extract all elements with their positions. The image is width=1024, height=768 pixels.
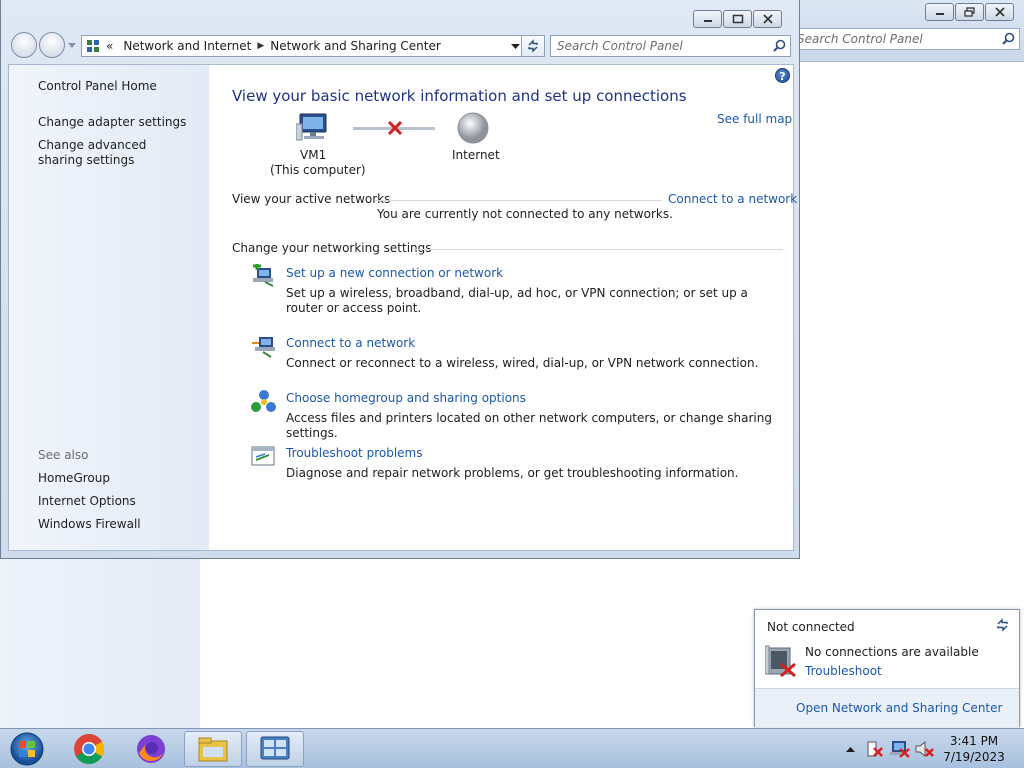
volume-muted-icon[interactable]	[914, 740, 934, 758]
homegroup-icon	[251, 390, 276, 412]
internet-label: Internet	[452, 148, 500, 162]
firefox-icon	[137, 735, 165, 763]
close-button[interactable]	[753, 10, 782, 28]
back-button[interactable]	[11, 32, 37, 58]
computer-subtitle: (This computer)	[270, 163, 366, 177]
bg-search-input[interactable]: Search Control Panel	[790, 28, 1020, 50]
background-caption-buttons	[925, 3, 1014, 21]
control-panel-icon	[87, 40, 99, 52]
forward-button[interactable]	[39, 32, 65, 58]
breadcrumb-overflow[interactable]: «	[106, 39, 113, 53]
connection-status: Not connected	[767, 620, 855, 634]
setup-connection-desc: Set up a wireless, broadband, dial-up, a…	[286, 286, 748, 315]
maximize-button[interactable]	[723, 10, 752, 28]
connect-network-icon	[252, 337, 275, 358]
show-hidden-icons-chevron-icon[interactable]	[846, 746, 855, 753]
refresh-icon	[528, 39, 538, 53]
breadcrumb-network-sharing-center[interactable]: Network and Sharing Center	[270, 39, 441, 53]
active-networks-label: View your active networks	[232, 192, 391, 206]
divider	[413, 249, 783, 250]
refresh-button[interactable]	[521, 35, 545, 57]
clock-date: 7/19/2023	[943, 750, 1005, 764]
control-panel-home-link[interactable]: Control Panel Home	[38, 79, 157, 94]
new-connection-icon	[253, 264, 274, 287]
taskbar: 3:41 PM 7/19/2023	[0, 728, 1024, 768]
network-sharing-center-window: « Network and Internet ▶ Network and Sha…	[0, 0, 800, 559]
connect-to-network-link[interactable]: Connect to a network	[668, 192, 797, 206]
see-full-map-link[interactable]: See full map	[717, 112, 792, 126]
setup-connection-link[interactable]: Set up a new connection or network	[286, 266, 503, 280]
homegroup-link[interactable]: HomeGroup	[38, 471, 110, 486]
troubleshoot-desc: Diagnose and repair network problems, or…	[286, 466, 739, 480]
explorer-taskbar-button[interactable]	[184, 731, 242, 767]
not-connected-message: You are currently not connected to any n…	[377, 207, 673, 221]
chrome-icon	[74, 734, 105, 765]
network-flyout: Not connected No connections are availab…	[754, 609, 1020, 727]
left-task-pane: Control Panel Home Change adapter settin…	[9, 65, 209, 550]
page-title: View your basic network information and …	[232, 87, 687, 105]
open-network-center-link[interactable]: Open Network and Sharing Center	[796, 701, 1002, 715]
window-content: Control Panel Home Change adapter settin…	[8, 64, 797, 551]
troubleshoot-link[interactable]: Troubleshoot problems	[286, 446, 422, 460]
computer-icon	[296, 113, 327, 141]
search-placeholder: Search Control Panel	[557, 39, 683, 53]
internet-globe-icon	[457, 112, 489, 144]
search-icon[interactable]	[773, 39, 786, 52]
start-button[interactable]	[0, 731, 54, 767]
computer-name: VM1	[300, 148, 327, 162]
help-icon[interactable]: ?	[775, 68, 790, 83]
connect-network-task-link[interactable]: Connect to a network	[286, 336, 415, 350]
address-dropdown-icon[interactable]	[511, 44, 520, 50]
caption-buttons	[693, 10, 782, 28]
no-connection-icon	[765, 645, 796, 678]
firefox-taskbar-button[interactable]	[122, 731, 180, 767]
bg-search-placeholder: Search Control Panel	[797, 32, 923, 46]
breadcrumb-separator-icon[interactable]: ▶	[257, 41, 264, 51]
clock-time: 3:41 PM	[949, 734, 999, 748]
change-settings-label: Change your networking settings	[232, 241, 432, 255]
change-advanced-sharing-link[interactable]: Change advanced sharing settings	[38, 138, 188, 168]
troubleshoot-icon	[251, 446, 275, 466]
minimize-button[interactable]	[693, 10, 722, 28]
recent-pages-chevron-icon[interactable]	[68, 43, 76, 49]
no-connections-message: No connections are available	[805, 645, 979, 659]
control-panel-icon	[260, 736, 290, 760]
connect-network-task-desc: Connect or reconnect to a wireless, wire…	[286, 356, 759, 370]
search-icon[interactable]	[1002, 32, 1015, 45]
bg-restore-button[interactable]	[955, 3, 984, 21]
breadcrumb-network-and-internet[interactable]: Network and Internet	[123, 39, 251, 53]
bg-close-button[interactable]	[985, 3, 1014, 21]
flyout-troubleshoot-link[interactable]: Troubleshoot	[805, 664, 882, 678]
windows-firewall-link[interactable]: Windows Firewall	[38, 517, 141, 532]
homegroup-sharing-link[interactable]: Choose homegroup and sharing options	[286, 391, 526, 405]
change-adapter-settings-link[interactable]: Change adapter settings	[38, 115, 186, 130]
search-input[interactable]: Search Control Panel	[550, 35, 791, 57]
chrome-taskbar-button[interactable]	[60, 731, 118, 767]
system-clock[interactable]: 3:41 PM 7/19/2023	[940, 733, 1008, 765]
disconnected-x-icon[interactable]	[387, 120, 403, 136]
divider	[375, 200, 662, 201]
bg-minimize-button[interactable]	[925, 3, 954, 21]
windows-orb-icon	[10, 732, 44, 766]
flyout-footer: Open Network and Sharing Center	[755, 688, 1019, 727]
refresh-icon[interactable]	[995, 617, 1011, 633]
address-bar[interactable]: « Network and Internet ▶ Network and Sha…	[81, 35, 526, 57]
control-panel-taskbar-button[interactable]	[246, 731, 304, 767]
see-also-label: See also	[38, 448, 89, 462]
folder-icon	[198, 737, 228, 762]
navigation-bar: « Network and Internet ▶ Network and Sha…	[9, 32, 793, 60]
homegroup-sharing-desc: Access files and printers located on oth…	[286, 411, 772, 440]
network-status-icon[interactable]	[890, 740, 910, 758]
action-center-icon[interactable]	[866, 740, 884, 758]
internet-options-link[interactable]: Internet Options	[38, 494, 136, 509]
